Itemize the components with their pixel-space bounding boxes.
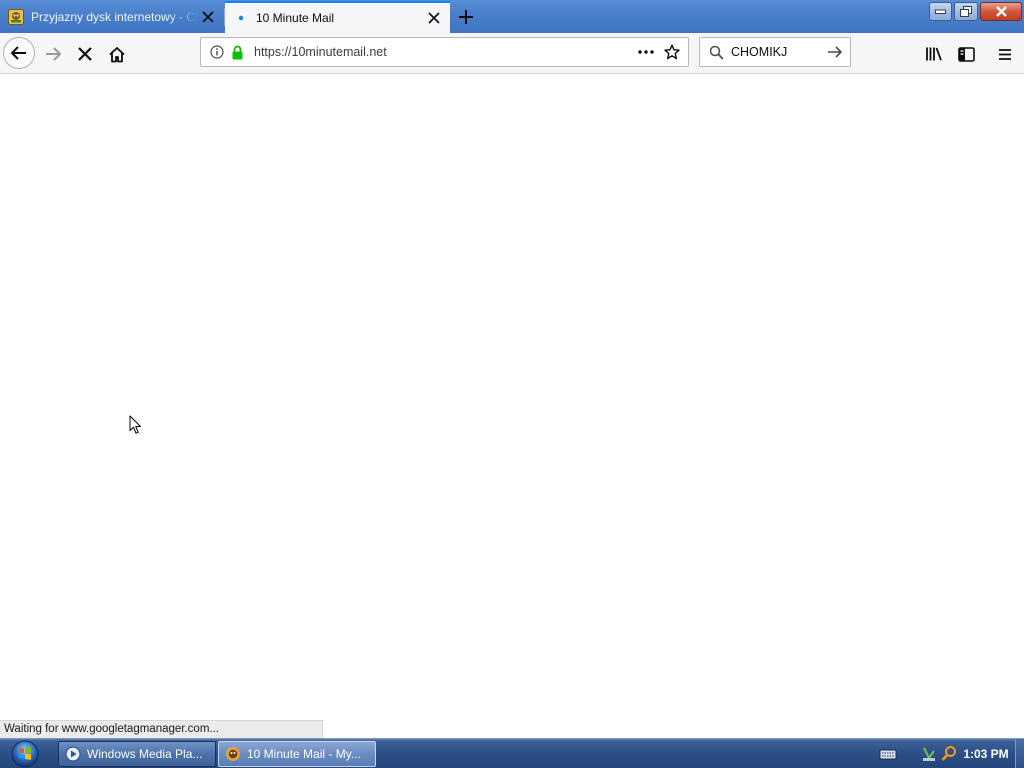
windows-orb-icon — [11, 740, 39, 768]
menu-button[interactable] — [991, 41, 1019, 67]
taskbar-item-windows-media-player[interactable]: Windows Media Pla... — [58, 741, 216, 767]
plus-icon — [459, 10, 473, 24]
home-icon — [109, 46, 125, 62]
status-panel: Waiting for www.googletagmanager.com... — [0, 720, 323, 738]
magnifier-icon[interactable] — [707, 43, 725, 61]
mouse-cursor-icon — [129, 415, 141, 434]
hamburger-icon — [999, 48, 1011, 60]
close-window-icon — [995, 6, 1007, 17]
tab-strip: Przyjazny dysk internetowy - Chomikuj.pl… — [0, 0, 1024, 33]
start-button[interactable] — [5, 740, 45, 768]
minimize-icon — [935, 9, 946, 14]
library-button[interactable] — [920, 41, 948, 67]
tab-title: Przyjazny dysk internetowy - Chomikuj.pl — [31, 10, 200, 24]
forward-arrow-icon — [46, 47, 62, 61]
page-content — [0, 74, 1024, 738]
minimize-button[interactable] — [929, 2, 952, 21]
restore-button[interactable] — [954, 2, 978, 21]
show-desktop-button[interactable] — [1015, 739, 1024, 768]
search-bar[interactable]: CHOMIKJ — [699, 37, 851, 67]
sidebar-icon — [957, 46, 975, 62]
close-icon[interactable] — [200, 9, 216, 25]
network-icon[interactable] — [921, 745, 937, 763]
status-text: Waiting for www.googletagmanager.com... — [4, 723, 219, 735]
new-tab-button[interactable] — [452, 4, 480, 30]
back-button[interactable] — [3, 37, 35, 69]
page-actions-button[interactable] — [634, 40, 658, 64]
search-tray-icon[interactable] — [941, 745, 957, 763]
star-icon — [664, 44, 680, 60]
taskbar-item-10-minute-mail[interactable]: 10 Minute Mail - My... — [218, 741, 376, 767]
forward-button[interactable] — [40, 41, 66, 67]
windows-taskbar: Windows Media Pla... 10 Minute Mail - My… — [0, 738, 1024, 768]
library-icon — [926, 47, 942, 61]
lock-icon[interactable] — [228, 43, 246, 61]
arrow-right-icon — [828, 46, 843, 58]
taskbar-clock[interactable]: 1:03 PM — [962, 747, 1010, 761]
tab-10-minute-mail[interactable]: 10 Minute Mail — [225, 1, 450, 33]
close-icon[interactable] — [426, 10, 442, 26]
tab-title: 10 Minute Mail — [256, 11, 335, 25]
firefox-chomik-icon — [225, 746, 241, 762]
ellipsis-icon — [638, 50, 654, 54]
search-go-button[interactable] — [823, 40, 847, 64]
windows-media-player-icon — [65, 746, 81, 762]
stop-button[interactable] — [72, 41, 98, 67]
url-text[interactable]: https://10minutemail.net — [254, 45, 634, 59]
home-button[interactable] — [104, 41, 130, 67]
bookmark-star-button[interactable] — [660, 40, 684, 64]
chomikuj-favicon-icon — [8, 9, 24, 25]
tab-chomikuj[interactable]: Przyjazny dysk internetowy - Chomikuj.pl — [0, 1, 224, 33]
close-window-button[interactable] — [980, 2, 1022, 21]
loading-throbber-icon — [233, 10, 249, 26]
sidebar-button[interactable] — [952, 41, 980, 67]
keyboard-icon[interactable] — [879, 747, 897, 761]
search-input[interactable]: CHOMIKJ — [731, 45, 823, 59]
url-bar[interactable]: https://10minutemail.net — [200, 37, 689, 67]
taskbar-item-label: Windows Media Pla... — [87, 747, 203, 761]
stop-x-icon — [78, 47, 92, 61]
navigation-toolbar: https://10minutemail.net CHOMIKJ — [0, 33, 1024, 74]
info-icon[interactable] — [208, 43, 226, 61]
back-arrow-icon — [10, 46, 26, 60]
restore-icon — [960, 6, 972, 17]
taskbar-item-label: 10 Minute Mail - My... — [247, 747, 361, 761]
